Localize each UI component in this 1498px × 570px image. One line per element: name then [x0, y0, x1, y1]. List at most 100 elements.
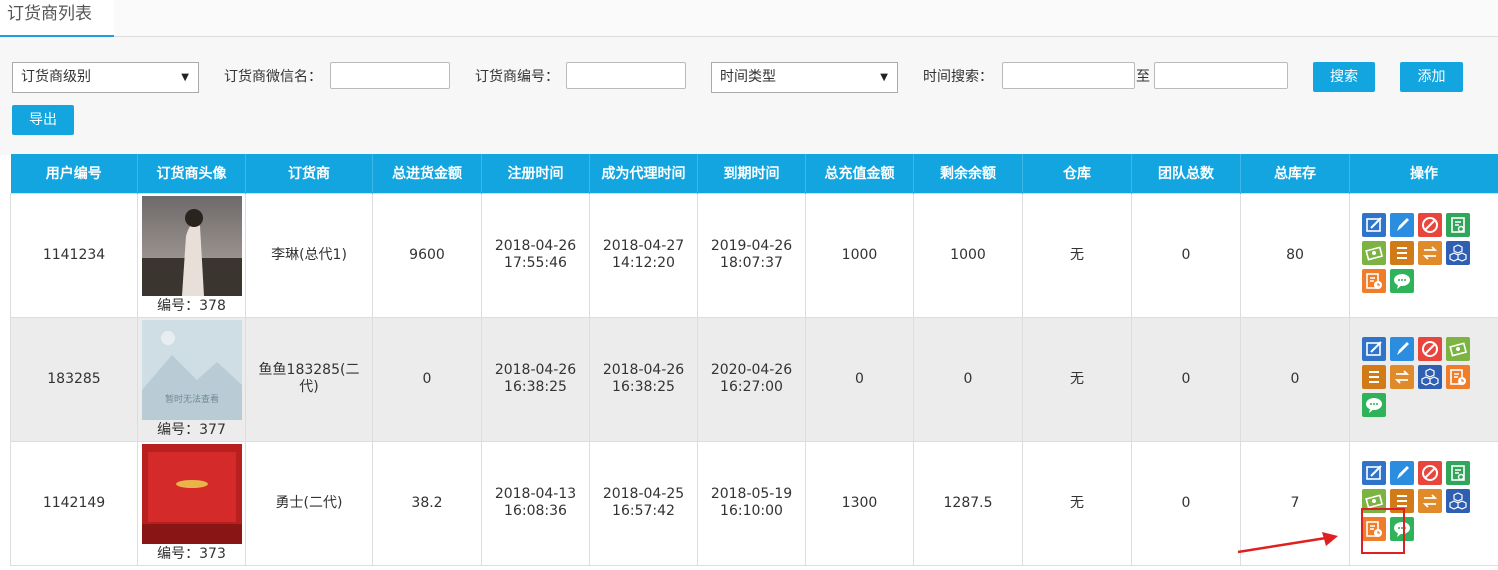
expire-time-cell: 2018-05-19 16:10:00	[697, 440, 806, 566]
edit-icon[interactable]	[1362, 461, 1386, 485]
team-count-link[interactable]: 0	[1131, 440, 1241, 566]
actions-cell	[1349, 192, 1498, 318]
tab-bar: 订货商列表	[0, 0, 1498, 37]
column-header: 仓库	[1022, 154, 1132, 193]
avatar-cell: 暂时无法查看 编号：377	[137, 316, 246, 442]
money-icon[interactable]	[1446, 337, 1470, 361]
tab-supplier-list[interactable]: 订货商列表	[0, 0, 114, 37]
avatar-cell: 编号：378	[137, 192, 246, 318]
message-icon[interactable]	[1390, 269, 1414, 293]
wechat-input[interactable]	[330, 62, 450, 89]
list-icon[interactable]	[1362, 365, 1386, 389]
avatar[interactable]	[141, 443, 242, 544]
total-recharge-cell: 0	[805, 316, 914, 442]
export-button[interactable]: 导出	[12, 105, 74, 135]
supplier-name-cell: 鱼鱼183285(二代)	[245, 316, 373, 442]
chevron-down-icon: ▼	[181, 72, 189, 83]
supplier-table: 用户编号 订货商头像 订货商 总进货金额 注册时间 成为代理时间 到期时间 总充…	[10, 154, 1498, 566]
disable-icon[interactable]	[1418, 213, 1442, 237]
total-purchase-cell: 38.2	[372, 440, 482, 566]
actions-cell	[1349, 316, 1498, 442]
supplier-name-cell: 勇士(二代)	[245, 440, 373, 566]
transfer-icon[interactable]	[1418, 489, 1442, 513]
transfer-icon[interactable]	[1418, 241, 1442, 265]
user-id-cell: 1142149	[10, 440, 138, 566]
level-select[interactable]: 订货商级别 ▼	[12, 62, 199, 93]
audit-icon[interactable]	[1446, 213, 1470, 237]
wechat-label: 订货商微信名：	[224, 69, 322, 85]
time-type-select[interactable]: 时间类型 ▼	[711, 62, 898, 93]
register-time-cell: 2018-04-13 16:08:36	[481, 440, 590, 566]
column-header: 团队总数	[1131, 154, 1241, 193]
column-header: 订货商头像	[137, 154, 246, 193]
stock-link[interactable]: 0	[1240, 316, 1350, 442]
balance-cell: 1000	[913, 192, 1023, 318]
avatar[interactable]	[141, 195, 242, 296]
column-header: 总库存	[1240, 154, 1350, 193]
stock-icon[interactable]	[1446, 241, 1470, 265]
stock-icon[interactable]	[1446, 489, 1470, 513]
transfer-icon[interactable]	[1390, 365, 1414, 389]
audit-icon[interactable]	[1446, 461, 1470, 485]
column-header: 总进货金额	[372, 154, 482, 193]
user-id-cell: 183285	[10, 316, 138, 442]
search-button[interactable]: 搜索	[1313, 62, 1375, 92]
total-recharge-cell: 1300	[805, 440, 914, 566]
avatar-cell: 编号：373	[137, 440, 246, 566]
to-label: 至	[1136, 69, 1150, 85]
table-header-row: 用户编号 订货商头像 订货商 总进货金额 注册时间 成为代理时间 到期时间 总充…	[10, 154, 1498, 193]
chevron-down-icon: ▼	[880, 72, 888, 83]
user-id-cell: 1141234	[10, 192, 138, 318]
warehouse-cell: 无	[1022, 440, 1132, 566]
disable-icon[interactable]	[1418, 461, 1442, 485]
column-header: 注册时间	[481, 154, 590, 193]
start-time-input[interactable]	[1002, 62, 1135, 89]
agent-time-cell: 2018-04-27 14:12:20	[589, 192, 698, 318]
avatar-placeholder-text: 暂时无法查看	[164, 393, 218, 405]
avatar-placeholder[interactable]: 暂时无法查看	[141, 319, 242, 420]
warehouse-cell: 无	[1022, 316, 1132, 442]
balance-cell: 1287.5	[913, 440, 1023, 566]
team-count-link[interactable]: 0	[1131, 192, 1241, 318]
agent-time-cell: 2018-04-25 16:57:42	[589, 440, 698, 566]
column-header: 订货商	[245, 154, 373, 193]
avatar-number: 编号：373	[157, 545, 226, 562]
edit-icon[interactable]	[1362, 213, 1386, 237]
number-input[interactable]	[566, 62, 686, 89]
pencil-icon[interactable]	[1390, 337, 1414, 361]
balance-cell: 0	[913, 316, 1023, 442]
column-header: 到期时间	[697, 154, 806, 193]
level-select-value: 订货商级别	[21, 69, 91, 85]
column-header: 操作	[1349, 154, 1498, 193]
table-row: 183285 暂时无法查看 编号：377 鱼鱼183285(二代) 0 2018…	[10, 316, 1498, 442]
edit-icon[interactable]	[1362, 337, 1386, 361]
team-count-link[interactable]: 0	[1131, 316, 1241, 442]
column-header: 剩余余额	[913, 154, 1023, 193]
supplier-name-cell: 李琳(总代1)	[245, 192, 373, 318]
column-header: 成为代理时间	[589, 154, 698, 193]
column-header: 用户编号	[10, 154, 138, 193]
pencil-icon[interactable]	[1390, 461, 1414, 485]
expire-time-cell: 2019-04-26 18:07:37	[697, 192, 806, 318]
end-time-input[interactable]	[1154, 62, 1288, 89]
list-icon[interactable]	[1390, 241, 1414, 265]
expire-time-cell: 2020-04-26 16:27:00	[697, 316, 806, 442]
time-type-value: 时间类型	[720, 69, 776, 85]
pencil-icon[interactable]	[1390, 213, 1414, 237]
order-time-icon[interactable]	[1446, 365, 1470, 389]
stock-link[interactable]: 80	[1240, 192, 1350, 318]
filter-panel: 订货商级别 ▼ 订货商微信名： 订货商编号： 时间类型 ▼ 时间搜索： 至 搜索…	[0, 37, 1498, 155]
order-time-icon[interactable]	[1362, 269, 1386, 293]
disable-icon[interactable]	[1418, 337, 1442, 361]
add-button[interactable]: 添加	[1400, 62, 1463, 92]
avatar-number: 编号：377	[157, 421, 226, 438]
money-icon[interactable]	[1362, 241, 1386, 265]
total-recharge-cell: 1000	[805, 192, 914, 318]
table-row: 1141234 编号：378 李琳(总代1) 9600 2018-04-26 1…	[10, 192, 1498, 318]
warehouse-cell: 无	[1022, 192, 1132, 318]
message-icon[interactable]	[1362, 393, 1386, 417]
agent-time-cell: 2018-04-26 16:38:25	[589, 316, 698, 442]
highlight-box	[1361, 508, 1405, 554]
column-header: 总充值金额	[805, 154, 914, 193]
stock-icon[interactable]	[1418, 365, 1442, 389]
